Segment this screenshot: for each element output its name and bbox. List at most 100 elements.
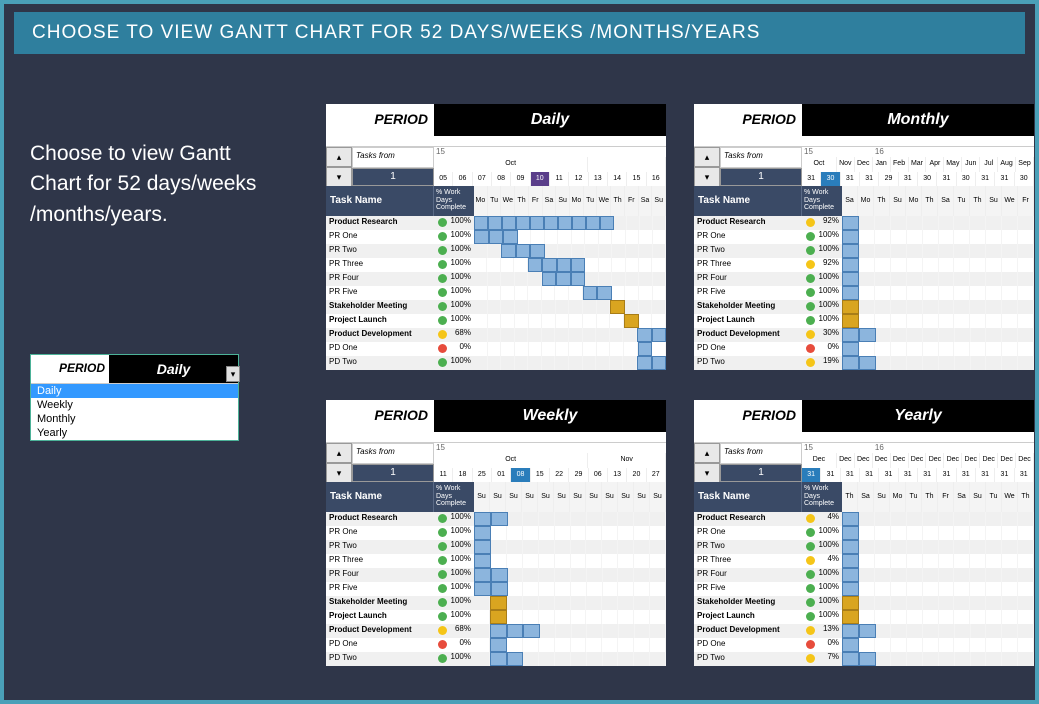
status-dot — [434, 286, 450, 300]
task-bars — [842, 328, 1034, 342]
task-pct: 19% — [818, 356, 842, 370]
spinner-up-icon[interactable]: ▴ — [694, 147, 720, 167]
task-bars — [474, 328, 666, 342]
task-name: PR One — [326, 526, 434, 540]
task-row: PR Two 100% — [694, 244, 1034, 258]
period-title: Weekly — [434, 400, 666, 432]
task-bars — [842, 652, 1034, 666]
status-dot — [434, 638, 450, 652]
status-dot — [434, 230, 450, 244]
tasks-from-value[interactable]: 1 — [720, 168, 802, 187]
task-name: PR Four — [326, 272, 434, 286]
task-row: PD One 0% — [326, 638, 666, 652]
period-value[interactable]: Daily — [109, 355, 238, 383]
status-dot — [434, 356, 450, 370]
period-option-monthly[interactable]: Monthly — [31, 412, 238, 426]
task-bars — [474, 624, 666, 638]
task-bars — [842, 286, 1034, 300]
spinner-up-icon[interactable]: ▴ — [694, 443, 720, 463]
pct-header: % Work Days Complete — [434, 482, 474, 512]
dropdown-arrow-icon[interactable]: ▾ — [226, 366, 240, 382]
period-option-yearly[interactable]: Yearly — [31, 426, 238, 440]
task-bars — [474, 356, 666, 370]
task-bars — [474, 540, 666, 554]
task-row: Product Development 68% — [326, 624, 666, 638]
status-dot — [802, 582, 818, 596]
status-dot — [434, 554, 450, 568]
spinner-down-icon[interactable]: ▾ — [694, 167, 720, 187]
task-pct: 100% — [818, 540, 842, 554]
status-dot — [434, 610, 450, 624]
spinner-up-icon[interactable]: ▴ — [326, 147, 352, 167]
status-dot — [802, 272, 818, 286]
period-title: Yearly — [802, 400, 1034, 432]
task-pct: 92% — [818, 216, 842, 230]
task-bars — [842, 300, 1034, 314]
status-dot — [802, 540, 818, 554]
task-pct: 100% — [818, 244, 842, 258]
status-dot — [434, 244, 450, 258]
period-title: Monthly — [802, 104, 1034, 136]
task-row: Project Launch 100% — [694, 610, 1034, 624]
task-name: PR Four — [694, 568, 802, 582]
tasks-from-label: Tasks from — [720, 443, 802, 464]
task-row: PR One 100% — [694, 230, 1034, 244]
period-title: Daily — [434, 104, 666, 136]
tasks-from-value[interactable]: 1 — [352, 168, 434, 187]
status-dot — [434, 568, 450, 582]
period-dropdown[interactable]: ▾ Daily Weekly Monthly Yearly — [31, 384, 238, 440]
task-name: PR Two — [694, 540, 802, 554]
task-bars — [474, 244, 666, 258]
task-name: Product Development — [694, 624, 802, 638]
task-pct: 100% — [450, 244, 474, 258]
pct-header: % Work Days Complete — [802, 186, 842, 216]
task-row: PR Four 100% — [326, 568, 666, 582]
task-row: Product Development 13% — [694, 624, 1034, 638]
tasks-from-value[interactable]: 1 — [720, 464, 802, 483]
task-row: PR One 100% — [326, 230, 666, 244]
task-bars — [474, 596, 666, 610]
task-bars — [474, 610, 666, 624]
status-dot — [434, 582, 450, 596]
task-pct: 100% — [818, 300, 842, 314]
task-bars — [474, 272, 666, 286]
task-name: Project Launch — [326, 610, 434, 624]
task-name: Product Research — [326, 216, 434, 230]
status-dot — [802, 526, 818, 540]
task-pct: 100% — [450, 596, 474, 610]
task-bars — [474, 216, 666, 230]
task-pct: 100% — [450, 540, 474, 554]
task-name: Product Development — [694, 328, 802, 342]
period-selector[interactable]: PERIOD Daily ▾ Daily Weekly Monthly Year… — [30, 354, 239, 441]
task-bars — [842, 314, 1034, 328]
task-pct: 100% — [450, 300, 474, 314]
pct-header: % Work Days Complete — [434, 186, 474, 216]
task-name: PR Two — [326, 540, 434, 554]
task-pct: 100% — [450, 272, 474, 286]
status-dot — [802, 356, 818, 370]
task-name: Product Development — [326, 624, 434, 638]
spinner-up-icon[interactable]: ▴ — [326, 443, 352, 463]
task-name: Product Research — [326, 512, 434, 526]
task-pct: 100% — [818, 582, 842, 596]
task-row: PD One 0% — [694, 638, 1034, 652]
tasks-from-label: Tasks from — [352, 443, 434, 464]
period-option-weekly[interactable]: Weekly — [31, 398, 238, 412]
task-bars — [474, 582, 666, 596]
status-dot — [434, 314, 450, 328]
task-name: PD Two — [694, 652, 802, 666]
spinner-down-icon[interactable]: ▾ — [326, 463, 352, 483]
task-pct: 100% — [450, 230, 474, 244]
tasks-from-value[interactable]: 1 — [352, 464, 434, 483]
task-row: Product Development 30% — [694, 328, 1034, 342]
status-dot — [802, 512, 818, 526]
task-row: Product Research 100% — [326, 512, 666, 526]
task-bars — [842, 610, 1034, 624]
spinner-down-icon[interactable]: ▾ — [694, 463, 720, 483]
task-row: Stakeholder Meeting 100% — [694, 300, 1034, 314]
task-bars — [842, 624, 1034, 638]
spinner-down-icon[interactable]: ▾ — [326, 167, 352, 187]
task-pct: 100% — [818, 286, 842, 300]
period-option-daily[interactable]: Daily — [31, 384, 238, 398]
task-name: PD One — [694, 638, 802, 652]
